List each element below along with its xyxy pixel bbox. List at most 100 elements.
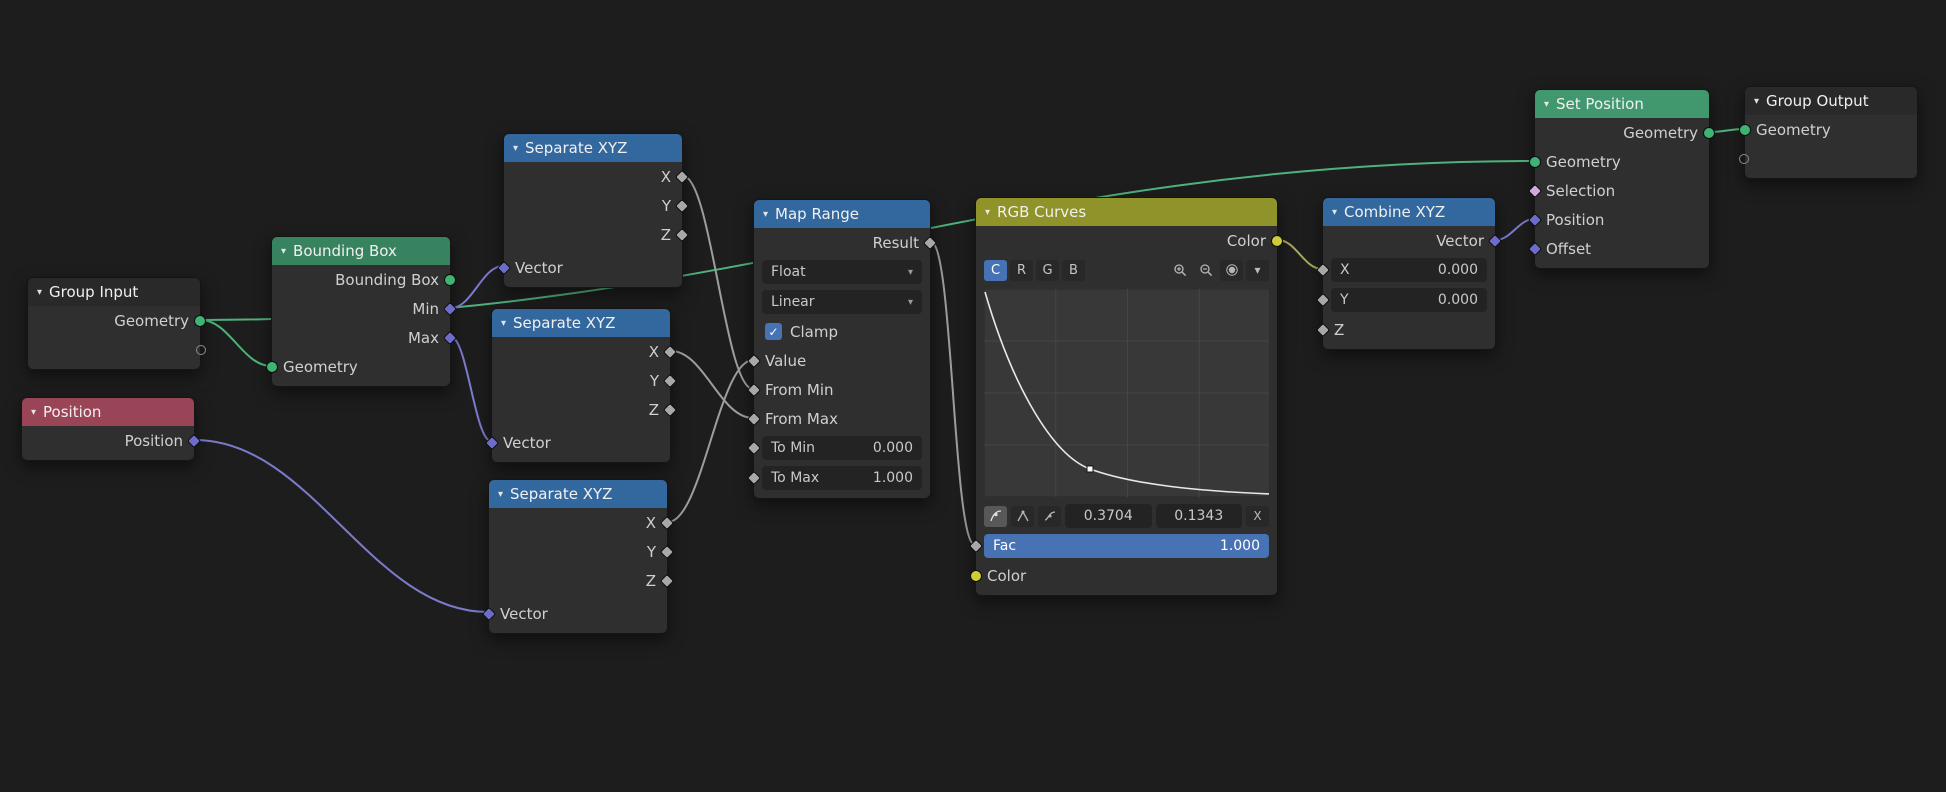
collapse-chevron-icon[interactable]: ▾ <box>985 207 990 218</box>
y-field[interactable]: Y 0.000 <box>1331 288 1487 312</box>
node-header-group-input[interactable]: ▾ Group Input <box>28 278 200 306</box>
output-row-z: Z <box>504 220 682 249</box>
interpolation-row: Linear ▾ <box>754 287 930 317</box>
virtual-input-socket[interactable] <box>1739 154 1749 164</box>
wire-x1-to-from-min <box>683 176 753 389</box>
input-row-color: Color <box>976 561 1277 590</box>
output-row-z: Z <box>492 395 670 424</box>
collapse-chevron-icon[interactable]: ▾ <box>281 246 286 257</box>
node-header-separate-xyz[interactable]: ▾ Separate XYZ <box>504 134 682 162</box>
collapse-chevron-icon[interactable]: ▾ <box>763 209 768 220</box>
handle-auto-icon[interactable] <box>984 506 1007 527</box>
color-output-socket[interactable] <box>1271 235 1283 247</box>
handle-free-icon[interactable] <box>1038 506 1061 527</box>
channel-row: C R G B ▾ <box>976 255 1277 285</box>
socket-label: Geometry <box>1623 124 1698 142</box>
x-field[interactable]: X 0.000 <box>1331 258 1487 282</box>
input-row-offset: Offset <box>1535 234 1709 263</box>
geometry-input-socket[interactable] <box>1529 156 1541 168</box>
input-row-to-max: To Max 1.000 <box>754 463 930 493</box>
node-position[interactable]: ▾ Position Position <box>21 397 195 461</box>
node-header-rgb-curves[interactable]: ▾ RGB Curves <box>976 198 1277 226</box>
collapse-chevron-icon[interactable]: ▾ <box>513 143 518 154</box>
node-combine-xyz[interactable]: ▾ Combine XYZ Vector X 0.000 Y 0.000 Z <box>1322 197 1496 350</box>
fac-slider[interactable]: Fac 1.000 <box>984 534 1269 558</box>
clamp-row: ✓ Clamp <box>754 317 930 346</box>
node-rgb-curves[interactable]: ▾ RGB Curves Color C R G B ▾ <box>975 197 1278 596</box>
geometry-output-socket[interactable] <box>194 315 206 327</box>
node-header-map-range[interactable]: ▾ Map Range <box>754 200 930 228</box>
wire-vector-to-set-position <box>1496 219 1534 240</box>
node-set-position[interactable]: ▾ Set Position Geometry Geometry Selecti… <box>1534 89 1710 269</box>
slider-value: 1.000 <box>1220 538 1260 554</box>
wire-result-to-fac <box>931 242 975 545</box>
color-input-socket[interactable] <box>970 570 982 582</box>
node-title: Map Range <box>775 205 859 223</box>
geometry-input-socket[interactable] <box>1739 124 1751 136</box>
node-separate-xyz-3[interactable]: ▾ Separate XYZ X Y Z Vector <box>488 479 668 634</box>
bounding-box-output-socket[interactable] <box>444 274 456 286</box>
node-title: Separate XYZ <box>513 314 615 332</box>
collapse-chevron-icon[interactable]: ▾ <box>1544 99 1549 110</box>
field-value: 0.000 <box>873 440 913 456</box>
node-group-output[interactable]: ▾ Group Output Geometry <box>1744 86 1918 179</box>
curve-control-point[interactable] <box>1087 466 1093 472</box>
zoom-out-icon[interactable] <box>1194 260 1217 281</box>
input-row-value: Value <box>754 346 930 375</box>
point-y-field[interactable]: 0.1343 <box>1156 504 1243 528</box>
input-row-to-min: To Min 0.000 <box>754 433 930 463</box>
channel-b-button[interactable]: B <box>1062 260 1085 281</box>
collapse-chevron-icon[interactable]: ▾ <box>31 407 36 418</box>
curve-options-icon[interactable] <box>1220 260 1243 281</box>
channel-r-button[interactable]: R <box>1010 260 1033 281</box>
collapse-chevron-icon[interactable]: ▾ <box>498 489 503 500</box>
node-separate-xyz-2[interactable]: ▾ Separate XYZ X Y Z Vector <box>491 308 671 463</box>
collapse-chevron-icon[interactable]: ▾ <box>501 318 506 329</box>
interpolation-dropdown[interactable]: Linear ▾ <box>762 290 922 314</box>
output-row-position: Position <box>22 426 194 455</box>
socket-label: Geometry <box>114 312 189 330</box>
input-row-fac: Fac 1.000 <box>976 531 1277 561</box>
socket-label: Geometry <box>1546 153 1621 171</box>
handle-vector-icon[interactable] <box>1011 506 1034 527</box>
socket-label: Geometry <box>1756 121 1831 139</box>
input-row-y: Y 0.000 <box>1323 285 1495 315</box>
geometry-input-socket[interactable] <box>266 361 278 373</box>
node-bounding-box[interactable]: ▾ Bounding Box Bounding Box Min Max Geom… <box>271 236 451 387</box>
field-label: To Max <box>771 470 819 486</box>
delete-point-button[interactable]: X <box>1246 506 1269 527</box>
node-map-range[interactable]: ▾ Map Range Result Float ▾ Linear ▾ ✓ Cl… <box>753 199 931 499</box>
point-x-field[interactable]: 0.3704 <box>1065 504 1152 528</box>
node-group-input[interactable]: ▾ Group Input Geometry <box>27 277 201 370</box>
wire-max-to-separate-xyz-2 <box>451 337 491 441</box>
node-header-bounding-box[interactable]: ▾ Bounding Box <box>272 237 450 265</box>
collapse-chevron-icon[interactable]: ▾ <box>1754 96 1759 107</box>
curve-specials-dropdown[interactable]: ▾ <box>1246 260 1269 281</box>
socket-label: Vector <box>503 434 551 452</box>
check-icon: ✓ <box>768 325 778 339</box>
data-type-dropdown[interactable]: Float ▾ <box>762 260 922 284</box>
node-header-separate-xyz[interactable]: ▾ Separate XYZ <box>489 480 667 508</box>
channel-g-button[interactable]: G <box>1036 260 1059 281</box>
curve-editor[interactable] <box>984 289 1269 497</box>
node-header-position[interactable]: ▾ Position <box>22 398 194 426</box>
collapse-chevron-icon[interactable]: ▾ <box>1332 207 1337 218</box>
node-header-set-position[interactable]: ▾ Set Position <box>1535 90 1709 118</box>
node-editor-canvas[interactable]: ▾ Group Input Geometry ▾ Position Positi… <box>0 0 1946 792</box>
geometry-output-socket[interactable] <box>1703 127 1715 139</box>
node-header-separate-xyz[interactable]: ▾ Separate XYZ <box>492 309 670 337</box>
field-value: 0.1343 <box>1174 508 1223 524</box>
collapse-chevron-icon[interactable]: ▾ <box>37 287 42 298</box>
virtual-output-socket[interactable] <box>196 345 206 355</box>
zoom-in-icon[interactable] <box>1168 260 1191 281</box>
field-value: 0.3704 <box>1084 508 1133 524</box>
channel-c-button[interactable]: C <box>984 260 1007 281</box>
node-header-combine-xyz[interactable]: ▾ Combine XYZ <box>1323 198 1495 226</box>
to-max-field[interactable]: To Max 1.000 <box>762 466 922 490</box>
node-header-group-output[interactable]: ▾ Group Output <box>1745 87 1917 115</box>
to-min-field[interactable]: To Min 0.000 <box>762 436 922 460</box>
clamp-checkbox[interactable]: ✓ <box>765 323 782 340</box>
node-separate-xyz-1[interactable]: ▾ Separate XYZ X Y Z Vector <box>503 133 683 288</box>
socket-label: Color <box>1227 232 1266 250</box>
output-row-x: X <box>504 162 682 191</box>
